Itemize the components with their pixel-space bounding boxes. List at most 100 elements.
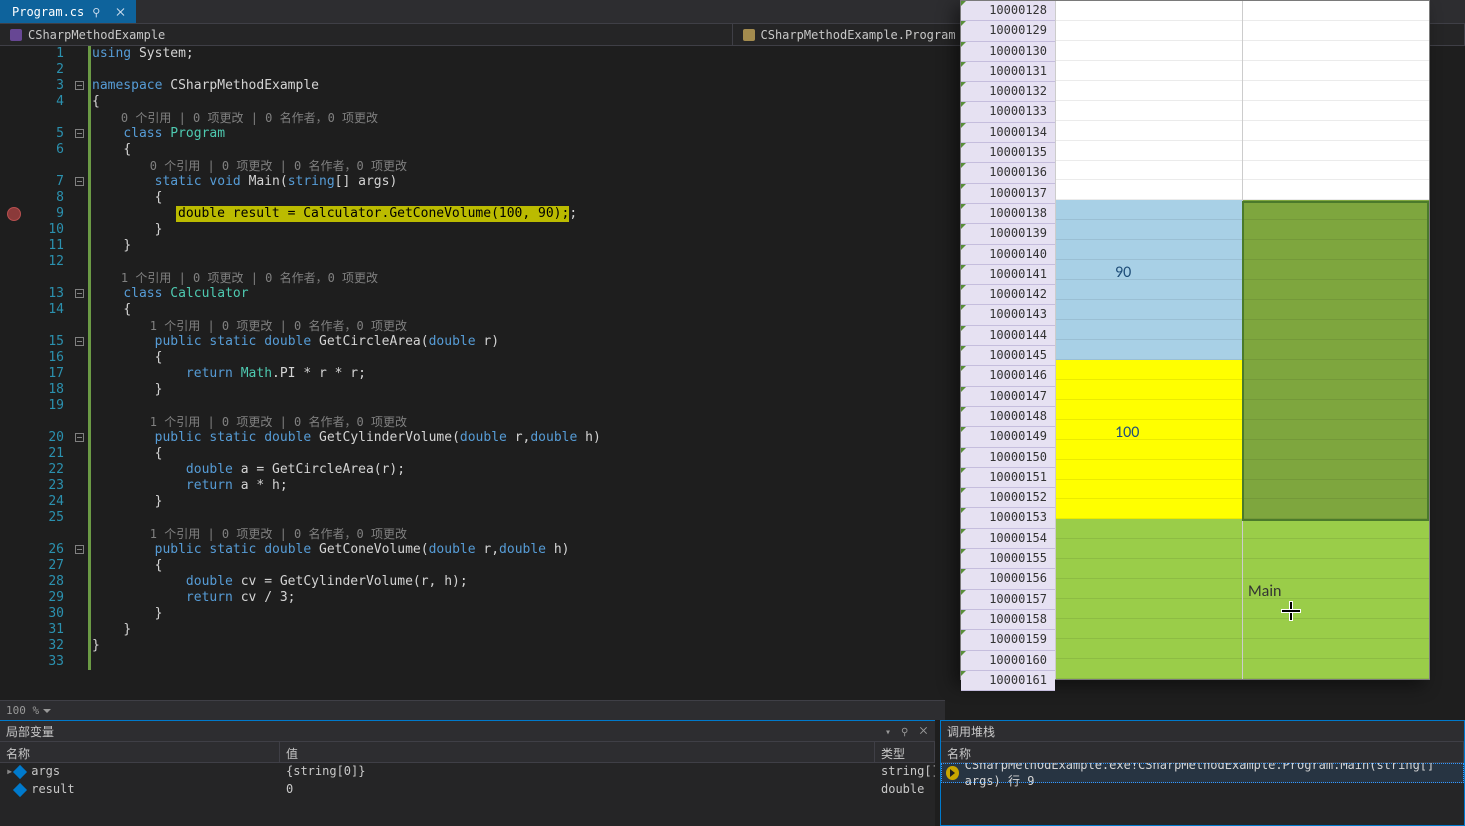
code-line[interactable]: public static double GetCircleArea(doubl… — [92, 334, 945, 350]
heatmap-cell[interactable] — [1243, 180, 1429, 200]
heatmap-cell[interactable] — [1243, 161, 1429, 181]
heatmap-cell[interactable] — [1243, 200, 1429, 220]
heatmap-cell[interactable] — [1243, 101, 1429, 121]
heatmap-cell[interactable] — [1243, 81, 1429, 101]
code-line[interactable]: { — [92, 302, 945, 318]
nav-namespace[interactable]: CSharpMethodExample — [0, 24, 733, 45]
heatmap-cell[interactable] — [1056, 101, 1242, 121]
codelens[interactable]: 1 个引用 | 0 项更改 | 0 名作者，0 项更改 — [92, 318, 945, 334]
file-tab[interactable]: Program.cs — [0, 0, 136, 23]
codelens[interactable]: 0 个引用 | 0 项更改 | 0 名作者，0 项更改 — [92, 110, 945, 126]
code-line[interactable]: namespace CSharpMethodExample — [92, 78, 945, 94]
heatmap-cell[interactable] — [1056, 380, 1242, 400]
heatmap-cell[interactable] — [1243, 141, 1429, 161]
row-header[interactable]: 10000135 — [961, 143, 1055, 163]
code-line[interactable]: return Math.PI * r * r; — [92, 366, 945, 382]
fold-toggle-icon[interactable] — [75, 289, 84, 298]
code-line[interactable] — [92, 510, 945, 526]
heatmap-cell[interactable] — [1056, 280, 1242, 300]
row-header[interactable]: 10000144 — [961, 326, 1055, 346]
breakpoint-icon[interactable] — [7, 207, 21, 221]
heatmap-cell[interactable] — [1243, 440, 1429, 460]
code-area[interactable]: using System; namespace CSharpMethodExamp… — [92, 46, 945, 700]
row-header[interactable]: 10000132 — [961, 82, 1055, 102]
code-line[interactable]: } — [92, 606, 945, 622]
code-editor[interactable]: 1234567891011121314151617181920212223242… — [0, 46, 945, 700]
heatmap-cell[interactable] — [1243, 659, 1429, 679]
fold-toggle-icon[interactable] — [75, 177, 84, 186]
heatmap-cell[interactable] — [1243, 380, 1429, 400]
code-line[interactable] — [92, 254, 945, 270]
row-header[interactable]: 10000143 — [961, 305, 1055, 325]
heatmap-cell[interactable] — [1243, 400, 1429, 420]
code-line[interactable]: { — [92, 350, 945, 366]
heatmap-cell[interactable] — [1243, 599, 1429, 619]
codelens[interactable]: 0 个引用 | 0 项更改 | 0 名作者，0 项更改 — [92, 158, 945, 174]
heatmap-cell[interactable] — [1056, 539, 1242, 559]
code-line[interactable]: } — [92, 238, 945, 254]
row-header[interactable]: 10000152 — [961, 488, 1055, 508]
code-line[interactable]: public static double GetConeVolume(doubl… — [92, 542, 945, 558]
heatmap-cell[interactable] — [1056, 659, 1242, 679]
row-header[interactable]: 10000139 — [961, 224, 1055, 244]
heatmap-cell[interactable] — [1056, 499, 1242, 519]
code-line[interactable] — [92, 398, 945, 414]
heatmap-cell[interactable] — [1243, 320, 1429, 340]
row-header[interactable]: 10000129 — [961, 21, 1055, 41]
heatmap-cell[interactable] — [1056, 519, 1242, 539]
code-line[interactable]: using System; — [92, 46, 945, 62]
col-name[interactable]: 名称 — [0, 742, 280, 762]
callstack-frame[interactable]: CSharpMethodExample.exe!CSharpMethodExam… — [941, 763, 1464, 783]
heatmap-cell[interactable] — [1056, 21, 1242, 41]
close-icon[interactable] — [114, 5, 128, 19]
heatmap-cell[interactable] — [1243, 360, 1429, 380]
codelens[interactable]: 1 个引用 | 0 项更改 | 0 名作者，0 项更改 — [92, 270, 945, 286]
heatmap-cell[interactable] — [1243, 240, 1429, 260]
code-line[interactable]: } — [92, 222, 945, 238]
row-header[interactable]: 10000142 — [961, 285, 1055, 305]
fold-toggle-icon[interactable] — [75, 337, 84, 346]
code-line[interactable]: { — [92, 142, 945, 158]
heatmap-cell[interactable] — [1243, 220, 1429, 240]
heatmap-cell[interactable] — [1243, 21, 1429, 41]
fold-toggle-icon[interactable] — [75, 81, 84, 90]
row-header[interactable]: 10000161 — [961, 671, 1055, 691]
heatmap-cell[interactable] — [1243, 1, 1429, 21]
row-header[interactable]: 10000138 — [961, 204, 1055, 224]
row-header[interactable]: 10000128 — [961, 1, 1055, 21]
code-line[interactable] — [92, 654, 945, 670]
code-line[interactable]: { — [92, 94, 945, 110]
fold-toggle-icon[interactable] — [75, 433, 84, 442]
heatmap-cell[interactable] — [1243, 420, 1429, 440]
heatmap-cell[interactable] — [1056, 240, 1242, 260]
heatmap-cell[interactable] — [1056, 41, 1242, 61]
col-name[interactable]: 名称 — [941, 742, 1464, 762]
heatmap-cell[interactable] — [1056, 420, 1242, 440]
heatmap-cell[interactable] — [1056, 1, 1242, 21]
row-header[interactable]: 10000130 — [961, 42, 1055, 62]
heatmap-body[interactable]: 90100Main — [1055, 1, 1429, 679]
codelens[interactable]: 1 个引用 | 0 项更改 | 0 名作者，0 项更改 — [92, 414, 945, 430]
heatmap-cell[interactable] — [1243, 41, 1429, 61]
pin-icon[interactable] — [92, 5, 106, 19]
row-header[interactable]: 10000155 — [961, 549, 1055, 569]
zoom-dropdown-icon[interactable] — [43, 709, 51, 713]
code-line[interactable]: class Calculator — [92, 286, 945, 302]
code-line[interactable]: { — [92, 558, 945, 574]
pin-icon[interactable] — [901, 724, 915, 738]
code-line[interactable]: } — [92, 638, 945, 654]
row-header[interactable]: 10000146 — [961, 366, 1055, 386]
row-header[interactable]: 10000137 — [961, 184, 1055, 204]
row-header[interactable]: 10000145 — [961, 346, 1055, 366]
code-line[interactable]: public static double GetCylinderVolume(d… — [92, 430, 945, 446]
code-line[interactable]: } — [92, 382, 945, 398]
code-line[interactable]: class Program — [92, 126, 945, 142]
heatmap-cell[interactable] — [1243, 300, 1429, 320]
heatmap-cell[interactable] — [1243, 579, 1429, 599]
row-header[interactable]: 10000159 — [961, 630, 1055, 650]
code-line[interactable]: } — [92, 622, 945, 638]
row-header[interactable]: 10000141 — [961, 265, 1055, 285]
code-line[interactable] — [92, 62, 945, 78]
chevron-down-icon[interactable] — [885, 724, 899, 738]
row-header[interactable]: 10000149 — [961, 427, 1055, 447]
